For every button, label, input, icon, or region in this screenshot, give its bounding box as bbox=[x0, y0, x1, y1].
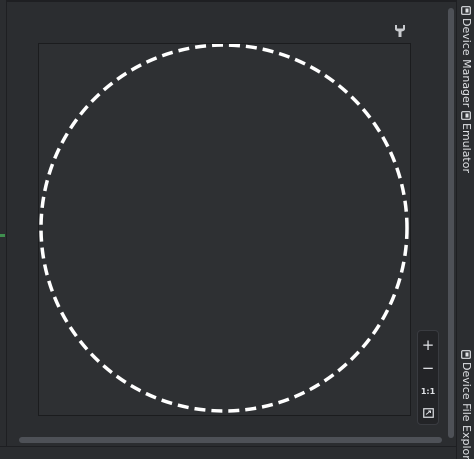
zoom-to-fit-button[interactable] bbox=[418, 402, 438, 424]
actual-size-button[interactable]: 1:1 bbox=[418, 380, 438, 402]
zoom-in-button[interactable]: + bbox=[418, 334, 438, 356]
zoom-toolbar: + − 1:1 bbox=[417, 330, 439, 425]
device-icon bbox=[461, 6, 471, 15]
fit-screen-icon bbox=[422, 408, 434, 418]
left-gutter-marker bbox=[0, 234, 5, 237]
vertical-scrollbar[interactable] bbox=[448, 8, 454, 438]
zoom-out-button[interactable]: − bbox=[418, 357, 438, 379]
tab-label: Device File Explorer bbox=[460, 362, 473, 459]
tab-label: Device Manager bbox=[460, 18, 473, 108]
tab-label: Emulator bbox=[460, 123, 473, 173]
bottom-bar bbox=[0, 446, 456, 459]
right-tool-window-bar: Device Manager Emulator Device File Expl… bbox=[456, 0, 474, 459]
device-icon bbox=[461, 111, 471, 120]
horizontal-scrollbar[interactable] bbox=[19, 437, 442, 443]
left-gutter bbox=[0, 0, 7, 459]
wrench-icon bbox=[395, 25, 405, 37]
preview-settings-button[interactable] bbox=[392, 23, 408, 39]
round-device-outline bbox=[39, 44, 409, 413]
device-icon bbox=[461, 350, 471, 359]
device-outline-svg bbox=[39, 44, 409, 413]
device-canvas[interactable] bbox=[38, 43, 411, 416]
layout-preview-window: + − 1:1 Device Manager Emulator Device F… bbox=[0, 0, 474, 459]
